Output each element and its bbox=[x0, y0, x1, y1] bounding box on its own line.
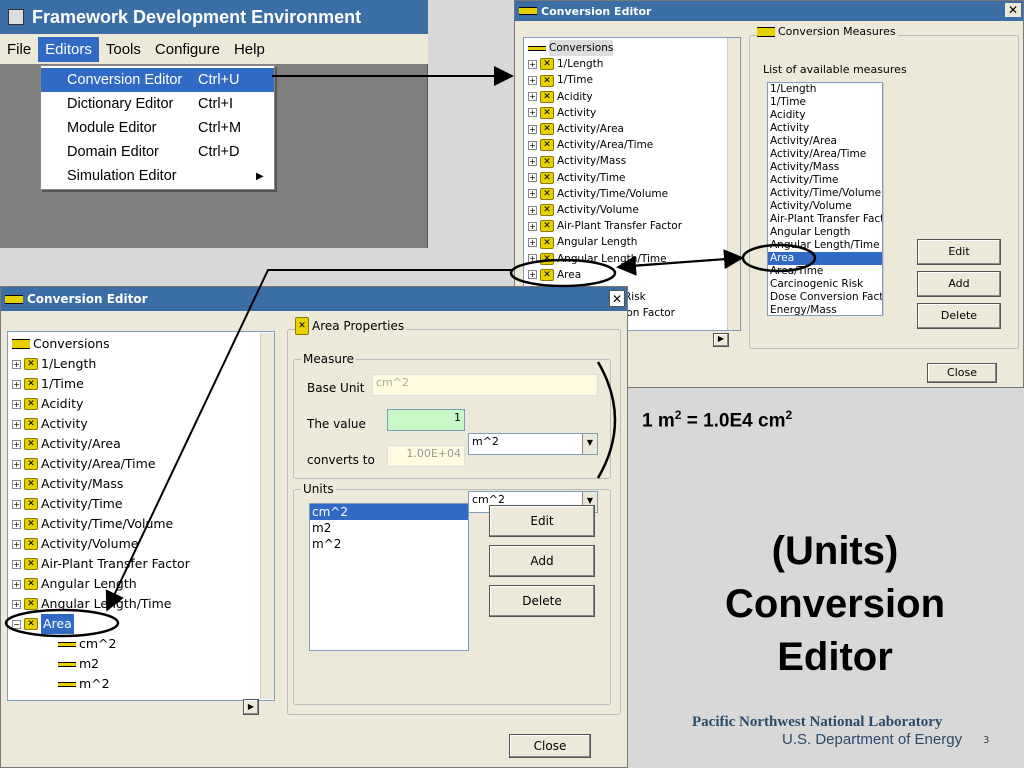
annotation-overlay bbox=[4, 66, 817, 638]
highlight-ellipse-measures bbox=[741, 243, 817, 273]
arrow-between-ellipses-2 bbox=[616, 255, 741, 276]
arrow-to-large-tree bbox=[105, 269, 512, 612]
highlight-ellipse-small-tree bbox=[509, 258, 617, 288]
highlight-ellipse-large-tree bbox=[4, 608, 120, 638]
measure-brace bbox=[596, 361, 617, 479]
